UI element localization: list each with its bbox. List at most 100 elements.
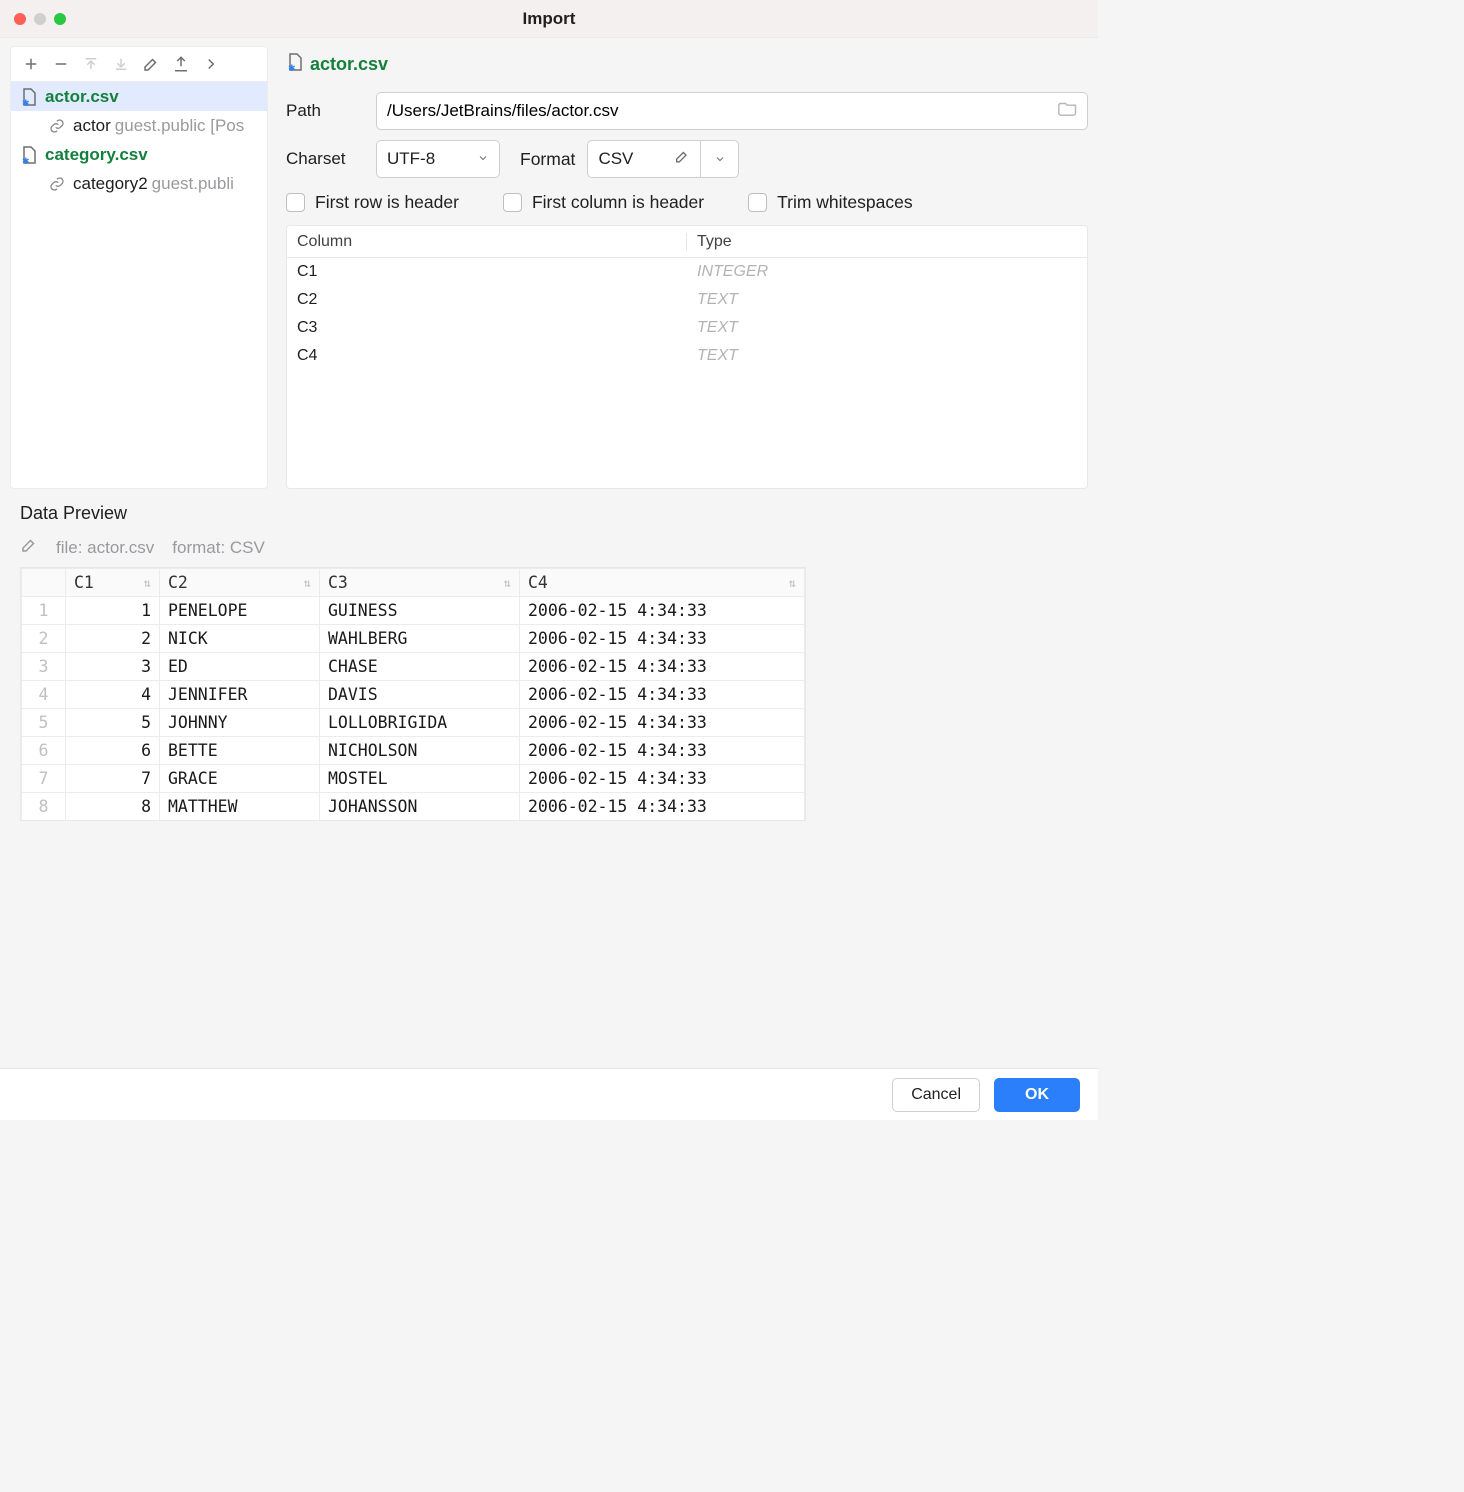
checkbox-icon [286, 193, 305, 212]
breadcrumb: ✱ actor.csv [286, 46, 1088, 82]
csv-file-icon: ✱ [19, 87, 39, 107]
remove-button[interactable] [47, 50, 75, 78]
tree-item-label: actor [73, 116, 111, 136]
minimize-window-button[interactable] [34, 13, 46, 25]
row-number: 4 [22, 681, 66, 709]
move-down-button[interactable] [107, 50, 135, 78]
path-label: Path [286, 101, 364, 121]
cell-c3: MOSTEL [320, 765, 520, 793]
sidebar: ✱ actor.csv actor guest.public [Pos ✱ ca… [10, 46, 268, 489]
cell-c4: 2006-02-15 4:34:33 [520, 653, 805, 681]
link-icon [47, 174, 67, 194]
tree-item-actor-table[interactable]: actor guest.public [Pos [11, 111, 267, 140]
pencil-icon [674, 149, 690, 170]
column-row[interactable]: C1INTEGER [287, 258, 1087, 286]
preview-edit-button[interactable] [20, 536, 38, 559]
col-header-c4[interactable]: C4⇅ [520, 569, 805, 597]
col-header-c1[interactable]: C1⇅ [66, 569, 160, 597]
charset-select[interactable]: UTF-8 [376, 140, 500, 178]
tree-item-label: actor.csv [45, 87, 119, 107]
titlebar: Import [0, 0, 1098, 38]
edit-button[interactable] [137, 50, 165, 78]
row-number: 1 [22, 597, 66, 625]
svg-text:✱: ✱ [22, 98, 30, 107]
tree-item-actor-csv[interactable]: ✱ actor.csv [11, 82, 267, 111]
chevron-right-icon[interactable] [197, 50, 225, 78]
cell-c1: 6 [66, 737, 160, 765]
window-title: Import [523, 9, 576, 29]
table-row[interactable]: 44JENNIFERDAVIS2006-02-15 4:34:33 [22, 681, 805, 709]
column-type: TEXT [687, 319, 1087, 337]
first-row-header-checkbox[interactable]: First row is header [286, 192, 459, 213]
row-number: 8 [22, 793, 66, 821]
export-button[interactable] [167, 50, 195, 78]
sort-icon: ⇅ [789, 576, 796, 590]
row-number: 6 [22, 737, 66, 765]
cell-c3: DAVIS [320, 681, 520, 709]
chevron-down-icon [714, 153, 726, 165]
cell-c3: NICHOLSON [320, 737, 520, 765]
column-row[interactable]: C2TEXT [287, 286, 1087, 314]
sort-icon: ⇅ [304, 576, 311, 590]
tree-item-label: category.csv [45, 145, 148, 165]
cell-c1: 3 [66, 653, 160, 681]
cell-c3: LOLLOBRIGIDA [320, 709, 520, 737]
zoom-window-button[interactable] [54, 13, 66, 25]
cell-c2: MATTHEW [160, 793, 320, 821]
charset-value: UTF-8 [387, 149, 435, 169]
path-input[interactable] [376, 92, 1088, 130]
cell-c1: 4 [66, 681, 160, 709]
cancel-button[interactable]: Cancel [892, 1078, 980, 1112]
format-dropdown-button[interactable] [701, 140, 739, 178]
cell-c2: GRACE [160, 765, 320, 793]
table-row[interactable]: 55JOHNNYLOLLOBRIGIDA2006-02-15 4:34:33 [22, 709, 805, 737]
column-row[interactable]: C3TEXT [287, 314, 1087, 342]
col-header-c2[interactable]: C2⇅ [160, 569, 320, 597]
row-number: 3 [22, 653, 66, 681]
table-row[interactable]: 77GRACEMOSTEL2006-02-15 4:34:33 [22, 765, 805, 793]
col-header-c3[interactable]: C3⇅ [320, 569, 520, 597]
tree-item-category2-table[interactable]: category2 guest.publi [11, 169, 267, 198]
column-type: TEXT [687, 347, 1087, 365]
first-col-header-checkbox[interactable]: First column is header [503, 192, 704, 213]
cell-c4: 2006-02-15 4:34:33 [520, 737, 805, 765]
sidebar-toolbar [10, 46, 268, 82]
cell-c1: 8 [66, 793, 160, 821]
column-row[interactable]: C4TEXT [287, 342, 1087, 370]
cell-c4: 2006-02-15 4:34:33 [520, 625, 805, 653]
cell-c1: 5 [66, 709, 160, 737]
table-row[interactable]: 33EDCHASE2006-02-15 4:34:33 [22, 653, 805, 681]
sort-icon: ⇅ [144, 576, 151, 590]
row-number-header [22, 569, 66, 597]
add-button[interactable] [17, 50, 45, 78]
close-window-button[interactable] [14, 13, 26, 25]
csv-file-icon: ✱ [19, 145, 39, 165]
cell-c1: 1 [66, 597, 160, 625]
preview-meta-format: format: CSV [172, 538, 265, 558]
table-row[interactable]: 11PENELOPEGUINESS2006-02-15 4:34:33 [22, 597, 805, 625]
table-row[interactable]: 88MATTHEWJOHANSSON2006-02-15 4:34:33 [22, 793, 805, 821]
table-row[interactable]: 22NICKWAHLBERG2006-02-15 4:34:33 [22, 625, 805, 653]
preview-grid: C1⇅ C2⇅ C3⇅ C4⇅ 11PENELOPEGUINESS2006-02… [20, 567, 806, 821]
column-header-type[interactable]: Type [687, 233, 1087, 251]
checkbox-label: Trim whitespaces [777, 192, 913, 213]
preview-meta-file: file: actor.csv [56, 538, 154, 558]
checkbox-label: First row is header [315, 192, 459, 213]
move-up-button[interactable] [77, 50, 105, 78]
link-icon [47, 116, 67, 136]
column-name: C4 [287, 347, 687, 365]
format-select[interactable]: CSV [587, 140, 701, 178]
charset-label: Charset [286, 149, 364, 169]
detail-panel: ✱ actor.csv Path Charset UTF-8 Format [276, 46, 1088, 489]
table-row[interactable]: 66BETTENICHOLSON2006-02-15 4:34:33 [22, 737, 805, 765]
trim-whitespace-checkbox[interactable]: Trim whitespaces [748, 192, 913, 213]
tree-item-category-csv[interactable]: ✱ category.csv [11, 140, 267, 169]
format-label: Format [520, 149, 575, 170]
cell-c3: CHASE [320, 653, 520, 681]
dialog-footer: Cancel OK [0, 1068, 1098, 1120]
ok-button[interactable]: OK [994, 1078, 1080, 1112]
column-type: TEXT [687, 291, 1087, 309]
checkbox-icon [503, 193, 522, 212]
cell-c2: JENNIFER [160, 681, 320, 709]
column-header-column[interactable]: Column [287, 233, 687, 251]
